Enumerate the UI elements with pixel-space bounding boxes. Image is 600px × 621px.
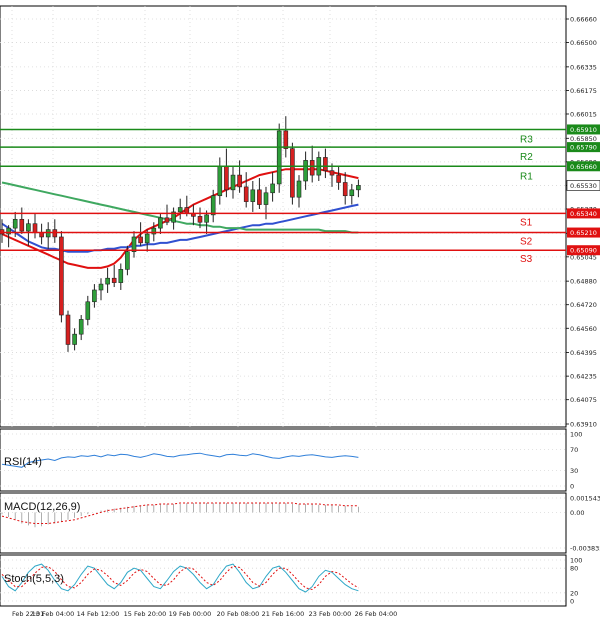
candle-body — [26, 223, 31, 232]
level-price-value: 0.65090 — [570, 247, 597, 255]
candle-body — [125, 251, 130, 270]
candle-body — [118, 269, 124, 283]
indicator-tick-label: 30 — [570, 467, 578, 475]
candle-body — [197, 216, 203, 223]
indicator-tick-label: 0.00 — [570, 509, 584, 517]
forex-chart: 0.66660 0.66500 0.66335 0.66175 0.66015 0.658… — [0, 0, 600, 621]
indicator-panel — [0, 492, 567, 554]
candle-body — [184, 207, 190, 214]
indicator-title: Stoch(5,5,3) — [4, 573, 64, 585]
time-tick-label: 15 Feb 20:00 — [124, 610, 167, 618]
price-tick-label: 0.64880 — [570, 278, 597, 286]
indicator-tick-label: 80 — [570, 565, 578, 573]
indicator-tick-label: 70 — [570, 446, 578, 454]
candle-body — [59, 236, 64, 316]
level-label-r1: R1 — [520, 171, 533, 182]
candle-body — [303, 160, 308, 182]
time-tick-label: 23 Feb 00:00 — [309, 610, 352, 618]
candle-body — [270, 183, 275, 194]
price-tick-label: 0.66335 — [570, 63, 597, 71]
candle-body — [263, 192, 269, 205]
price-tick-label: 0.66660 — [570, 16, 597, 24]
candle-body — [144, 233, 150, 244]
candle-body — [158, 217, 163, 229]
level-price-value: 0.65790 — [570, 144, 597, 152]
candle-body — [164, 217, 170, 223]
candle-body — [19, 218, 25, 232]
candle-body — [204, 214, 209, 223]
level-price-value: 0.65210 — [570, 229, 597, 237]
candle-body — [329, 170, 335, 176]
time-tick-label: 13 Feb 04:00 — [32, 610, 75, 618]
candle-body — [309, 160, 315, 176]
candle-body — [111, 277, 117, 283]
level-label-s3: S3 — [520, 254, 533, 265]
price-panel — [0, 5, 567, 428]
candle-body — [276, 130, 282, 185]
price-tick-label: 0.64075 — [570, 396, 597, 404]
candle-body — [72, 333, 77, 345]
current-price-value: 0.65530 — [570, 182, 597, 190]
candle-body — [243, 186, 249, 202]
candle-body — [85, 301, 91, 320]
candle-body — [12, 218, 18, 229]
candle-body — [323, 157, 328, 171]
time-tick-label: 20 Feb 08:00 — [217, 610, 260, 618]
candle-body — [257, 189, 262, 205]
candle-body — [65, 314, 71, 345]
indicator-tick-label: 20 — [570, 589, 578, 597]
candle-body — [349, 189, 355, 197]
indicator-tick-label: 0 — [570, 598, 574, 606]
level-price-value: 0.65660 — [570, 163, 597, 171]
candle-body — [230, 174, 236, 191]
indicator-tick-label: 0.001543 — [570, 495, 600, 503]
indicator-title: RSI(14) — [4, 456, 42, 468]
candle-body — [250, 189, 256, 202]
candle-body — [105, 277, 110, 285]
chart-svg: 0.66660 0.66500 0.66335 0.66175 0.66015 0.658… — [0, 5, 600, 618]
price-tick-label: 0.66175 — [570, 87, 597, 95]
candle-body — [92, 289, 97, 303]
time-tick-label: 19 Feb 00:00 — [169, 610, 212, 618]
level-label-r2: R2 — [520, 152, 533, 163]
price-tick-label: 0.65850 — [570, 135, 597, 143]
level-label-s1: S1 — [520, 217, 533, 228]
candle-body — [296, 180, 302, 198]
indicator-title: MACD(12,26,9) — [4, 501, 80, 513]
candle-body — [210, 195, 216, 216]
candle-body — [78, 319, 84, 335]
candle-body — [237, 174, 242, 188]
price-tick-label: 0.66500 — [570, 39, 597, 47]
candle-body — [224, 165, 229, 191]
indicator-panel — [0, 554, 567, 607]
candle-body — [98, 283, 104, 291]
indicator-tick-label: 100 — [570, 431, 582, 439]
price-tick-label: 0.64720 — [570, 301, 597, 309]
indicator-tick-label: -0.003835 — [570, 545, 600, 553]
price-tick-label: 0.63910 — [570, 421, 597, 429]
candle-body — [217, 165, 223, 197]
price-tick-label: 0.64560 — [570, 325, 597, 333]
candle-body — [138, 236, 143, 244]
candle-body — [290, 148, 295, 198]
candle-body — [342, 182, 348, 197]
level-price-value: 0.65340 — [570, 210, 597, 218]
price-tick-label: 0.64235 — [570, 373, 597, 381]
candle-body — [336, 174, 341, 183]
candle-body — [32, 223, 38, 233]
time-tick-label: 14 Feb 12:00 — [77, 610, 120, 618]
time-tick-label: 21 Feb 16:00 — [262, 610, 305, 618]
candle-body — [177, 207, 183, 213]
level-price-value: 0.65910 — [570, 126, 597, 134]
level-label-r3: R3 — [520, 134, 533, 145]
candle-body — [356, 185, 361, 191]
indicator-panel — [0, 428, 567, 492]
price-tick-label: 0.64395 — [570, 349, 597, 357]
level-label-s2: S2 — [520, 237, 533, 248]
indicator-tick-label: 100 — [570, 557, 582, 565]
candle-body — [283, 130, 289, 149]
time-tick-label: 26 Feb 04:00 — [355, 610, 398, 618]
indicator-tick-label: 0 — [570, 483, 574, 491]
price-tick-label: 0.66015 — [570, 110, 597, 118]
